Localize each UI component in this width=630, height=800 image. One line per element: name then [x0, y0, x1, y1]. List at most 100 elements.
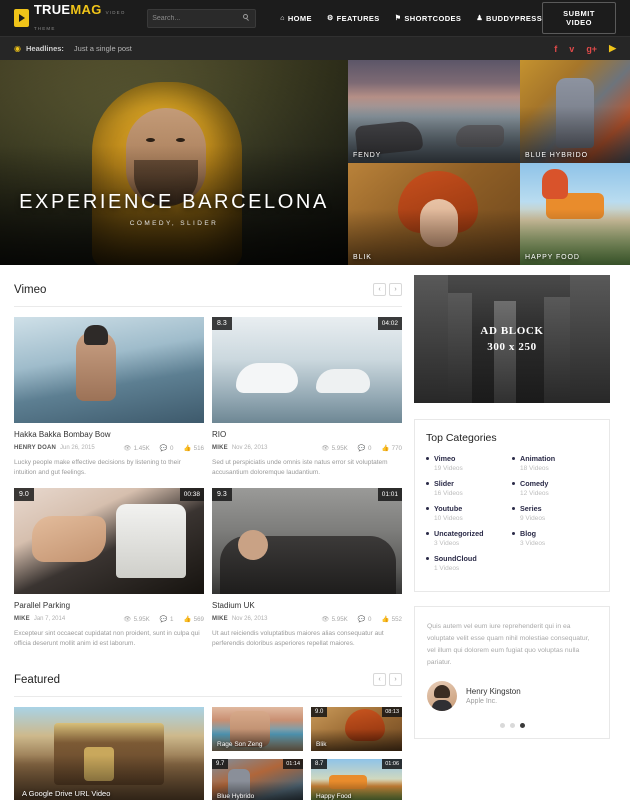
- video-author[interactable]: MIKE: [212, 616, 228, 622]
- duration-badge: 01:06: [382, 759, 402, 770]
- featured-prev-button[interactable]: ‹: [373, 673, 386, 687]
- bullet-icon: [512, 482, 515, 485]
- video-title[interactable]: RIO: [212, 430, 402, 439]
- headlines-text[interactable]: Just a single post: [74, 44, 132, 53]
- category-item-vimeo[interactable]: Vimeo 19 Videos: [426, 454, 512, 472]
- bullet-icon: [426, 557, 429, 560]
- ad-line-1: AD BLOCK: [480, 325, 544, 337]
- vimeo-prev-button[interactable]: ‹: [373, 283, 386, 296]
- video-stats: 👁 5.95K 💬 0 👍 770: [321, 444, 402, 453]
- avatar: [427, 680, 457, 711]
- search-input[interactable]: [152, 14, 244, 22]
- featured-label: Happy Food: [316, 793, 352, 800]
- video-card[interactable]: Hakka Bakka Bombay Bow HENRY DOAN Jun 26…: [14, 317, 204, 478]
- submit-video-button[interactable]: SUBMIT VIDEO: [542, 2, 616, 34]
- category-item-animation[interactable]: Animation 18 Videos: [512, 454, 598, 472]
- category-item-comedy[interactable]: Comedy 12 Videos: [512, 479, 598, 497]
- category-name[interactable]: Slider: [434, 479, 454, 488]
- featured-next-button[interactable]: ›: [389, 673, 402, 687]
- video-title[interactable]: Stadium UK: [212, 601, 402, 610]
- category-name[interactable]: Vimeo: [434, 454, 455, 463]
- search-box[interactable]: [147, 8, 257, 28]
- video-excerpt: Excepteur sint occaecat cupidatat non pr…: [14, 630, 200, 648]
- category-name[interactable]: Uncategorized: [434, 529, 484, 538]
- category-item-uncategorized[interactable]: Uncategorized 3 Videos: [426, 529, 512, 547]
- category-item-youtube[interactable]: Youtube 10 Videos: [426, 504, 512, 522]
- hero-main-slide[interactable]: EXPERIENCE BARCELONA COMEDY, SLIDER: [0, 60, 348, 265]
- ad-block[interactable]: AD BLOCK 300 x 250: [414, 275, 610, 403]
- video-thumbnail[interactable]: 9.3 01:01: [212, 488, 402, 595]
- google-plus-icon[interactable]: g+: [586, 44, 597, 54]
- comment-icon: 💬: [159, 445, 168, 452]
- site-logo[interactable]: TRUEMAG VIDEO THEME: [14, 2, 129, 34]
- nav-item-home[interactable]: ⌂ HOME: [280, 14, 312, 23]
- category-name[interactable]: Youtube: [434, 504, 462, 513]
- hero-title: EXPERIENCE BARCELONA: [19, 191, 329, 213]
- facebook-icon[interactable]: f: [554, 44, 557, 54]
- category-name[interactable]: SoundCloud: [434, 554, 477, 563]
- headlines-bar: ◉ Headlines: Just a single post f ᴠ g+ ▶: [0, 36, 630, 60]
- featured-item-rage-son-zeng[interactable]: Rage Son Zeng: [212, 707, 303, 752]
- bullet-icon: [512, 507, 515, 510]
- category-count: 16 Videos: [434, 490, 463, 497]
- featured-item-blik[interactable]: 9.0 08:13 Blik: [311, 707, 402, 752]
- featured-item-happy-food[interactable]: 8.7 01:06 Happy Food: [311, 759, 402, 800]
- section-header-vimeo: Vimeo ‹ ›: [14, 275, 402, 307]
- video-meta: MIKE Jan 7, 2014 👁 5.95K 💬 1 👍 569: [14, 615, 204, 624]
- featured-section: Featured ‹ › A Google Drive URL Video Ra…: [14, 665, 402, 800]
- pagination-dot-3[interactable]: [519, 722, 525, 728]
- hero-tile-happy-food[interactable]: HAPPY FOOD: [520, 162, 630, 265]
- nav-item-shortcodes[interactable]: ⚑ SHORTCODES: [395, 14, 462, 23]
- video-thumbnail[interactable]: 9.0 00:38: [14, 488, 204, 595]
- nav-item-features[interactable]: ⚙ FEATURES: [327, 14, 380, 23]
- pagination-dot-2[interactable]: [509, 722, 515, 728]
- duration-badge: 01:01: [377, 488, 402, 502]
- bullet-icon: [426, 482, 429, 485]
- tile-shade: [520, 60, 630, 163]
- tile-shade: [348, 60, 520, 163]
- featured-item-large[interactable]: A Google Drive URL Video: [14, 707, 204, 800]
- category-name[interactable]: Blog: [520, 529, 536, 538]
- views-count: 5.95K: [331, 615, 348, 623]
- logo-text-secondary: MAG: [70, 2, 102, 17]
- video-author[interactable]: MIKE: [212, 445, 228, 451]
- youtube-icon[interactable]: ▶: [609, 43, 616, 54]
- search-icon[interactable]: [243, 14, 251, 22]
- video-meta: MIKE Nov 26, 2013 👁 5.95K 💬 0 👍 770: [212, 444, 402, 453]
- category-item-blog[interactable]: Blog 3 Videos: [512, 529, 598, 547]
- featured-shade: [14, 707, 204, 800]
- video-thumbnail[interactable]: [14, 317, 204, 423]
- video-author[interactable]: HENRY DOAN: [14, 445, 56, 451]
- twitter-icon[interactable]: ᴠ: [569, 44, 574, 54]
- category-name[interactable]: Comedy: [520, 479, 548, 488]
- video-title[interactable]: Parallel Parking: [14, 601, 204, 610]
- video-date: Jan 7, 2014: [33, 616, 66, 623]
- video-author[interactable]: MIKE: [14, 616, 30, 622]
- vimeo-next-button[interactable]: ›: [389, 283, 402, 296]
- nav-item-buddypress[interactable]: ♟ BUDDYPRESS: [476, 14, 542, 23]
- featured-label: A Google Drive URL Video: [22, 789, 111, 799]
- hero-thumb-grid: FENDY BLUE HYBRIDO BLIK HAPPY FOOD: [348, 60, 630, 265]
- hero-tile-fendy[interactable]: FENDY: [348, 60, 520, 163]
- video-card[interactable]: 9.0 00:38 Parallel Parking MIKE Jan 7, 2…: [14, 488, 204, 649]
- category-name[interactable]: Animation: [520, 454, 555, 463]
- video-stats: 👁 5.95K 💬 1 👍 569: [123, 615, 204, 624]
- testimonial-name: Henry Kingston: [466, 686, 521, 696]
- play-icon: [14, 9, 29, 27]
- section-title-featured: Featured: [14, 673, 61, 686]
- video-card[interactable]: 8.3 04:02 RIO MIKE Nov 26, 2013 👁 5.95K 💬…: [212, 317, 402, 478]
- hero-tile-blue-hybrido[interactable]: BLUE HYBRIDO: [520, 60, 630, 163]
- category-name[interactable]: Series: [520, 504, 542, 513]
- video-title[interactable]: Hakka Bakka Bombay Bow: [14, 430, 204, 439]
- featured-item-blue-hybrido[interactable]: 9.7 01:14 Blue Hybrido: [212, 759, 303, 800]
- video-card[interactable]: 9.3 01:01 Stadium UK MIKE Nov 26, 2013 👁…: [212, 488, 402, 649]
- category-item-slider[interactable]: Slider 16 Videos: [426, 479, 512, 497]
- rating-badge: 9.3: [212, 488, 232, 502]
- widget-title-top-categories: Top Categories: [426, 432, 497, 444]
- bullet-icon: [512, 457, 515, 460]
- category-item-series[interactable]: Series 9 Videos: [512, 504, 598, 522]
- hero-tile-blik[interactable]: BLIK: [348, 162, 520, 265]
- video-thumbnail[interactable]: 8.3 04:02: [212, 317, 402, 423]
- pagination-dot-1[interactable]: [499, 722, 505, 728]
- category-item-soundcloud[interactable]: SoundCloud 1 Videos: [426, 554, 512, 572]
